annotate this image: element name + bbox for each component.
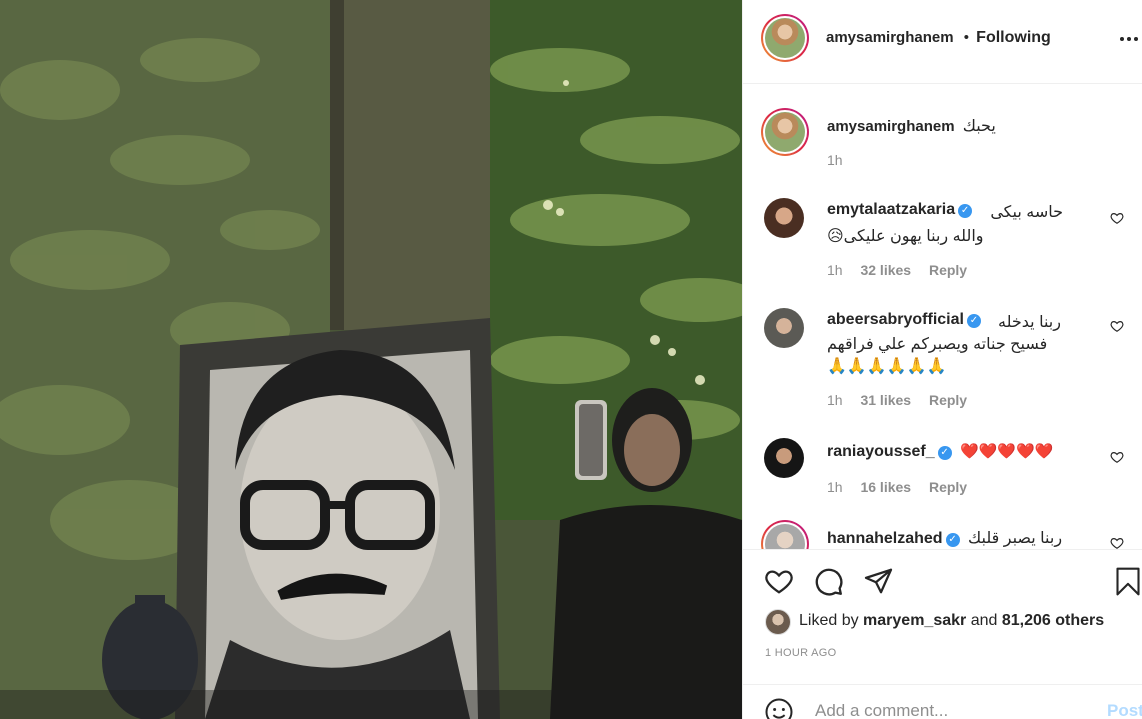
post-header: amysamirghanem • Following bbox=[743, 0, 1142, 84]
comment-likes[interactable]: 31 likes bbox=[860, 392, 911, 408]
comment-like-heart-icon[interactable] bbox=[1110, 319, 1124, 337]
comment-avatar[interactable] bbox=[761, 520, 809, 549]
comment-like-heart-icon[interactable] bbox=[1110, 211, 1124, 229]
comment-meta: 1h 32 likes Reply bbox=[827, 262, 981, 278]
more-options-icon[interactable] bbox=[1119, 32, 1139, 49]
comment-text-line2: والله ربنا يهون عليكى😥 bbox=[827, 228, 984, 245]
header-separator: • bbox=[963, 29, 969, 46]
caption: amysamirghanem يحبك bbox=[827, 116, 996, 136]
caption-time: 1h bbox=[827, 152, 843, 168]
post-photo[interactable] bbox=[0, 0, 742, 719]
comment-likes[interactable]: 16 likes bbox=[860, 479, 911, 495]
comments-list[interactable]: amysamirghanem يحبك 1h emytalaatzakaria ✓… bbox=[743, 84, 1142, 549]
reply-button[interactable]: Reply bbox=[929, 479, 967, 495]
emoji-icon[interactable] bbox=[764, 697, 794, 719]
caption-text: يحبك bbox=[962, 118, 996, 135]
share-icon[interactable] bbox=[863, 566, 894, 600]
liked-by-user[interactable]: maryem_sakr bbox=[863, 612, 966, 629]
reply-button[interactable]: Reply bbox=[929, 392, 967, 408]
post-actions: Liked by maryem_sakr and 81,206 others 1… bbox=[743, 549, 1142, 719]
liker-avatar[interactable] bbox=[765, 609, 791, 635]
comment-text-line2: فسيح جناته ويصبركم علي فراقهم bbox=[827, 336, 1048, 353]
comment-icon[interactable] bbox=[813, 566, 844, 601]
comment-time: 1h bbox=[827, 262, 843, 278]
comment-time: 1h bbox=[827, 479, 843, 495]
liked-by-prefix: Liked by bbox=[799, 612, 859, 629]
following-button[interactable]: Following bbox=[976, 29, 1051, 46]
comment-like-heart-icon[interactable] bbox=[1110, 536, 1124, 549]
header-user-row: amysamirghanem • Following bbox=[826, 29, 1051, 47]
comment-text: ربنا يصبر قلبك bbox=[968, 530, 1063, 547]
comment-text-line1: ربنا يدخله bbox=[998, 314, 1061, 331]
comment-like-heart-icon[interactable] bbox=[1110, 450, 1124, 468]
liked-by-line: Liked by maryem_sakr and 81,206 others bbox=[799, 612, 1104, 630]
comment-avatar[interactable] bbox=[764, 438, 804, 478]
comment-likes[interactable]: 32 likes bbox=[860, 262, 911, 278]
liked-by-others[interactable]: 81,206 others bbox=[1002, 612, 1104, 629]
comment-text-line3: 🙏🙏🙏🙏🙏🙏 bbox=[827, 358, 947, 375]
post-timestamp[interactable]: 1 HOUR AGO bbox=[765, 647, 836, 659]
photo-illustration bbox=[0, 0, 742, 719]
comment-username[interactable]: abeersabryofficial ✓ bbox=[827, 311, 981, 329]
comment-text-line1: حاسه بيكى bbox=[990, 204, 1063, 221]
verified-badge-icon: ✓ bbox=[937, 446, 952, 460]
caption-username[interactable]: amysamirghanem bbox=[827, 118, 955, 135]
header-username[interactable]: amysamirghanem bbox=[826, 29, 954, 46]
author-avatar[interactable] bbox=[761, 14, 809, 62]
heart-icon[interactable] bbox=[763, 566, 795, 600]
comment-username[interactable]: emytalaatzakaria ✓ bbox=[827, 201, 973, 219]
comment-username[interactable]: hannahelzahed ✓ ربنا يصبر قلبك bbox=[827, 528, 1062, 548]
bookmark-icon[interactable] bbox=[1114, 566, 1142, 601]
verified-badge-icon: ✓ bbox=[966, 314, 981, 328]
comment-avatar[interactable] bbox=[764, 198, 804, 238]
liked-by-and: and bbox=[970, 612, 998, 629]
add-comment-row: Post bbox=[743, 684, 1142, 719]
comment-username[interactable]: raniayoussef_ ✓ ❤️❤️❤️❤️❤️ bbox=[827, 442, 1053, 461]
comment-text: ❤️❤️❤️❤️❤️ bbox=[960, 443, 1054, 460]
reply-button[interactable]: Reply bbox=[929, 262, 967, 278]
caption-avatar[interactable] bbox=[761, 108, 809, 156]
post-button[interactable]: Post bbox=[1107, 701, 1142, 719]
comment-time: 1h bbox=[827, 392, 843, 408]
comment-meta: 1h 31 likes Reply bbox=[827, 392, 981, 408]
verified-badge-icon: ✓ bbox=[958, 204, 973, 218]
comment-meta: 1h 16 likes Reply bbox=[827, 479, 981, 495]
post-side-panel: amysamirghanem • Following amysamirghane… bbox=[742, 0, 1142, 719]
verified-badge-icon: ✓ bbox=[945, 533, 960, 547]
add-comment-input[interactable] bbox=[815, 701, 1095, 719]
comment-avatar[interactable] bbox=[764, 308, 804, 348]
